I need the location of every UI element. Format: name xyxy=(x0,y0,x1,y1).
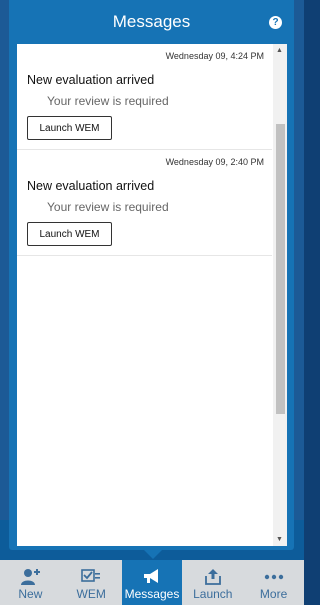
message-item: Wednesday 09, 4:24 PM New evaluation arr… xyxy=(17,44,272,150)
scroll-down-icon[interactable]: ▼ xyxy=(276,536,283,543)
nav-label: More xyxy=(259,587,288,601)
help-icon[interactable]: ? xyxy=(269,16,282,29)
nav-label: New xyxy=(18,587,43,601)
messages-list: Wednesday 09, 4:24 PM New evaluation arr… xyxy=(17,44,272,256)
message-item: Wednesday 09, 2:40 PM New evaluation arr… xyxy=(17,150,272,256)
message-time: Wednesday 09, 2:40 PM xyxy=(165,157,264,167)
nav-item-more[interactable]: More xyxy=(243,560,304,605)
share-upload-icon xyxy=(204,569,221,585)
scroll-up-icon[interactable]: ▲ xyxy=(276,47,283,54)
messages-list-container: Wednesday 09, 4:24 PM New evaluation arr… xyxy=(17,44,287,546)
megaphone-icon xyxy=(143,569,158,583)
launch-wem-button[interactable]: Launch WEM xyxy=(27,222,112,246)
scroll-thumb[interactable] xyxy=(276,124,285,414)
nav-label: WEM xyxy=(76,587,106,601)
popup-header: Messages ? xyxy=(9,0,294,44)
popup-title: Messages xyxy=(112,12,191,31)
nav-item-wem[interactable]: WEM xyxy=(61,560,122,605)
message-title: New evaluation arrived xyxy=(27,73,155,87)
message-title: New evaluation arrived xyxy=(27,179,155,193)
message-subtitle: Your review is required xyxy=(47,94,169,108)
nav-label: Launch xyxy=(193,587,233,601)
nav-label: Messages xyxy=(124,587,180,601)
message-subtitle: Your review is required xyxy=(47,200,169,214)
messages-popup: Messages ? Wednesday 09, 4:24 PM New eva… xyxy=(9,0,294,550)
nav-item-launch[interactable]: Launch xyxy=(182,560,243,605)
popup-pointer xyxy=(143,549,163,559)
bottom-nav: New WEM Messages Launch More xyxy=(0,560,304,605)
launch-wem-button[interactable]: Launch WEM xyxy=(27,116,112,140)
add-user-icon xyxy=(21,569,41,585)
checklist-icon xyxy=(81,569,101,582)
nav-item-new[interactable]: New xyxy=(0,560,61,605)
nav-item-messages[interactable]: Messages xyxy=(121,560,183,605)
more-dots-icon xyxy=(264,574,283,580)
scrollbar[interactable]: ▲ ▼ xyxy=(273,44,287,546)
message-time: Wednesday 09, 4:24 PM xyxy=(165,51,264,61)
